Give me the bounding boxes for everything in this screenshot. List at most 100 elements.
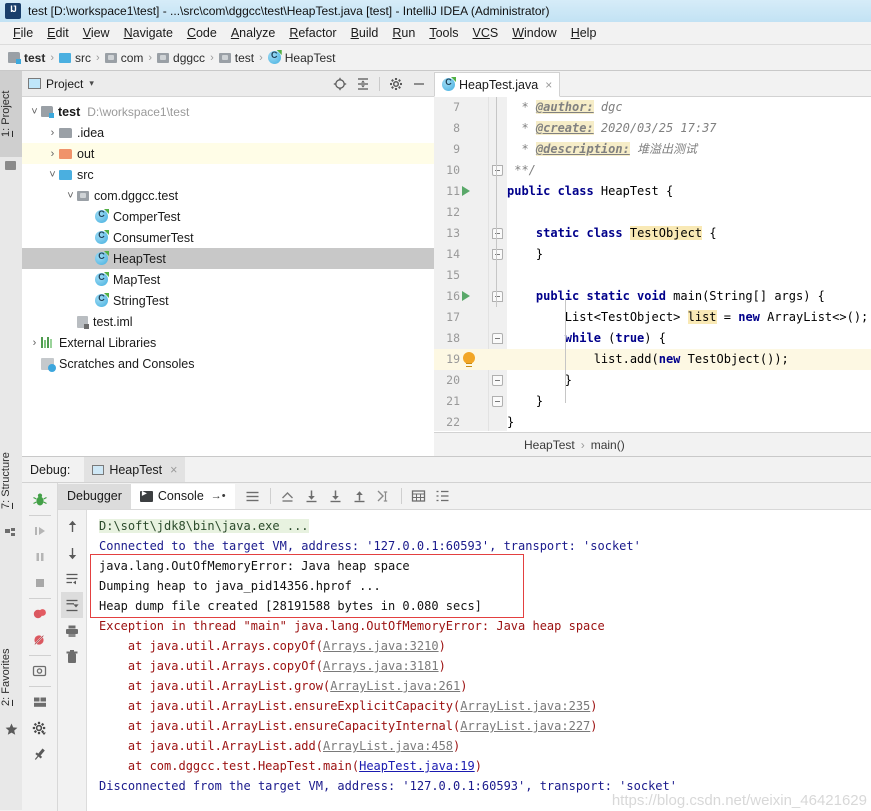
menu-item-analyze[interactable]: Analyze	[224, 24, 282, 42]
fold-start-icon[interactable]	[492, 291, 503, 302]
project-tree[interactable]: ˅ test D:\workspace1\test › .idea › out ˅ src ˅ co…	[22, 97, 434, 456]
breadcrumb-item-src[interactable]: src	[59, 51, 91, 65]
chevron-down-icon[interactable]: ▾	[89, 78, 94, 89]
code-line-12[interactable]: 12	[434, 202, 871, 223]
stacktrace-link[interactable]: HeapTest.java:19	[359, 759, 475, 773]
scroll-to-end-icon[interactable]	[61, 592, 83, 618]
settings-gear-icon[interactable]	[389, 77, 403, 91]
stacktrace-link[interactable]: ArrayList.java:458	[323, 739, 453, 753]
code-line-10[interactable]: 10 **/	[434, 160, 871, 181]
menu-item-view[interactable]: View	[76, 24, 117, 42]
pause-program-icon[interactable]	[27, 544, 53, 570]
code-line-21[interactable]: 21 }	[434, 391, 871, 412]
debug-session-tab[interactable]: HeapTest ×	[84, 457, 186, 482]
tree-node-compertest[interactable]: ComperTest	[22, 206, 434, 227]
breadcrumb-item-test[interactable]: test	[8, 51, 45, 65]
code-line-20[interactable]: 20 }	[434, 370, 871, 391]
menu-item-window[interactable]: Window	[505, 24, 563, 42]
fold-start-icon[interactable]	[492, 228, 503, 239]
code-line-17[interactable]: 17 List<TestObject> list = new ArrayList…	[434, 307, 871, 328]
tree-node-heaptest[interactable]: HeapTest	[22, 248, 434, 269]
evaluate-expression-icon[interactable]	[407, 485, 431, 507]
sidebar-item-structure[interactable]: 7: Structure	[0, 439, 22, 523]
tab-console[interactable]: Console →•	[130, 483, 235, 509]
tree-node-src[interactable]: ˅ src	[22, 164, 434, 185]
run-to-cursor-icon[interactable]	[372, 485, 396, 507]
stacktrace-link[interactable]: Arrays.java:3210	[323, 639, 439, 653]
code-line-15[interactable]: 15	[434, 265, 871, 286]
tree-node-com-dggcc-test[interactable]: ˅ com.dggcc.test	[22, 185, 434, 206]
run-gutter-icon[interactable]	[462, 186, 470, 196]
sidebar-item-project[interactable]: 1: Project	[0, 71, 22, 157]
force-step-into-icon[interactable]	[348, 485, 372, 507]
breadcrumb-item-heaptest[interactable]: HeapTest	[267, 50, 335, 65]
code-line-18[interactable]: 18 while (true) {	[434, 328, 871, 349]
breadcrumb-item-com[interactable]: com	[104, 51, 143, 65]
tree-node-scratches-and-consoles[interactable]: Scratches and Consoles	[22, 353, 434, 374]
stacktrace-link[interactable]: ArrayList.java:227	[460, 719, 590, 733]
code-line-22[interactable]: 22}	[434, 412, 871, 431]
step-over-icon[interactable]	[300, 485, 324, 507]
stacktrace-link[interactable]: ArrayList.java:235	[460, 699, 590, 713]
clear-all-icon[interactable]	[61, 644, 83, 670]
tree-node-external-libraries[interactable]: › External Libraries	[22, 332, 434, 353]
pin-console-icon[interactable]: →•	[211, 490, 226, 502]
resume-program-icon[interactable]	[27, 518, 53, 544]
fold-start-icon[interactable]	[492, 333, 503, 344]
scroll-up-icon[interactable]	[61, 514, 83, 540]
chevron-right-icon[interactable]: ›	[46, 127, 59, 139]
intention-bulb-icon[interactable]	[463, 352, 475, 367]
menu-item-tools[interactable]: Tools	[422, 24, 465, 42]
editor-breadcrumb-class[interactable]: HeapTest	[524, 438, 575, 452]
code-editor[interactable]: 7 * @author: dgc 8 * @create: 2020/03/25 …	[434, 97, 871, 431]
breadcrumb-item-dggcc[interactable]: dggcc	[157, 51, 205, 65]
menu-item-code[interactable]: Code	[180, 24, 224, 42]
code-line-16[interactable]: 16 public static void main(String[] args…	[434, 286, 871, 307]
view-breakpoints-icon[interactable]	[27, 601, 53, 627]
stop-icon[interactable]	[27, 570, 53, 596]
chevron-down-icon[interactable]: ˅	[46, 169, 59, 181]
chevron-right-icon[interactable]: ›	[28, 337, 41, 349]
code-line-9[interactable]: 9 * @description: 堆溢出测试	[434, 139, 871, 160]
chevron-down-icon[interactable]: ˅	[64, 190, 77, 202]
code-line-8[interactable]: 8 * @create: 2020/03/25 17:37	[434, 118, 871, 139]
collapse-all-icon[interactable]	[356, 77, 370, 91]
menu-item-help[interactable]: Help	[564, 24, 604, 42]
sidebar-item-favorites[interactable]: 2: Favorites	[0, 634, 22, 720]
tab-debugger[interactable]: Debugger	[58, 483, 131, 509]
menu-item-navigate[interactable]: Navigate	[117, 24, 180, 42]
menu-item-edit[interactable]: Edit	[40, 24, 76, 42]
get-thread-dump-icon[interactable]	[27, 658, 53, 684]
editor-tab-heaptest[interactable]: HeapTest.java ×	[434, 72, 561, 97]
tree-node-consumertest[interactable]: ConsumerTest	[22, 227, 434, 248]
menu-item-file[interactable]: File	[6, 24, 40, 42]
close-icon[interactable]: ×	[545, 78, 552, 92]
soft-wrap-icon[interactable]	[61, 566, 83, 592]
run-gutter-icon[interactable]	[462, 291, 470, 301]
chevron-down-icon[interactable]: ˅	[28, 106, 41, 118]
hide-icon[interactable]	[412, 77, 426, 91]
step-into-icon[interactable]	[324, 485, 348, 507]
close-icon[interactable]: ×	[170, 463, 177, 477]
pin-tab-icon[interactable]	[27, 741, 53, 767]
settings-gear-icon[interactable]	[27, 715, 53, 741]
chevron-right-icon[interactable]: ›	[46, 148, 59, 160]
tree-node-test-iml[interactable]: test.iml	[22, 311, 434, 332]
menu-item-build[interactable]: Build	[344, 24, 386, 42]
print-icon[interactable]	[61, 618, 83, 644]
mute-breakpoints-icon[interactable]	[27, 627, 53, 653]
editor-breadcrumb-method[interactable]: main()	[591, 438, 625, 452]
menu-item-refactor[interactable]: Refactor	[282, 24, 343, 42]
tree-node-stringtest[interactable]: StringTest	[22, 290, 434, 311]
menu-item-run[interactable]: Run	[385, 24, 422, 42]
code-line-7[interactable]: 7 * @author: dgc	[434, 97, 871, 118]
menu-icon[interactable]	[241, 485, 265, 507]
stacktrace-link[interactable]: ArrayList.java:261	[330, 679, 460, 693]
tree-node--idea[interactable]: › .idea	[22, 122, 434, 143]
code-line-14[interactable]: 14 }	[434, 244, 871, 265]
stacktrace-link[interactable]: Arrays.java:3181	[323, 659, 439, 673]
code-line-11[interactable]: 11 public class HeapTest {	[434, 181, 871, 202]
bug-icon[interactable]	[27, 487, 53, 513]
code-line-19[interactable]: 19 list.add(new TestObject());	[434, 349, 871, 370]
fold-end-icon[interactable]	[492, 249, 503, 260]
